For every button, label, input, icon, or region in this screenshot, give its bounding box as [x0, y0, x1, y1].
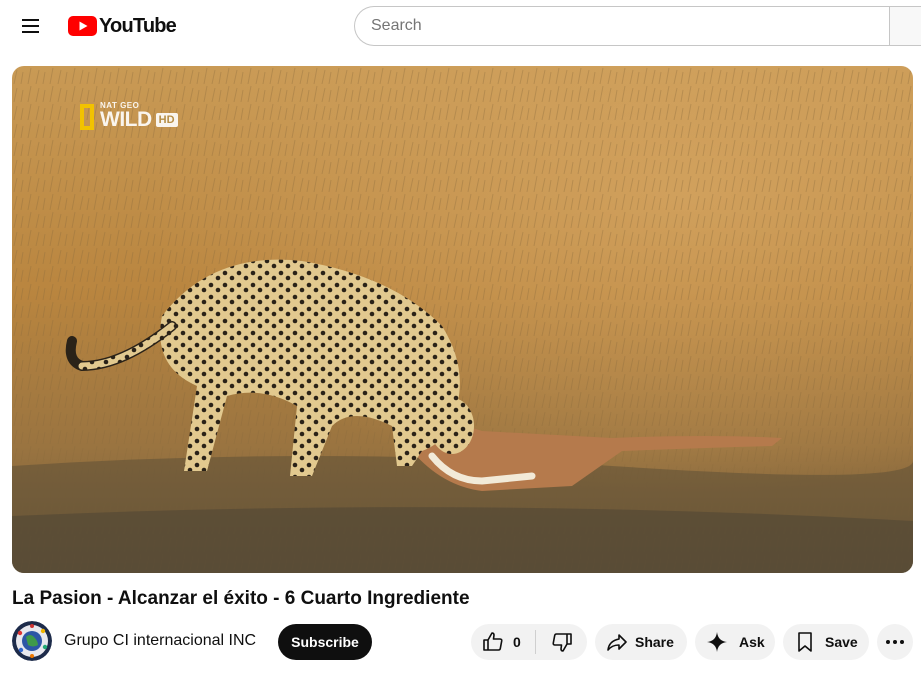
- channel-globe-icon: [12, 621, 52, 661]
- search-button[interactable]: [889, 6, 921, 46]
- youtube-play-logo-icon: [68, 16, 97, 36]
- like-dislike-group: 0: [471, 624, 587, 660]
- video-title: La Pasion - Alcanzar el éxito - 6 Cuarto…: [12, 588, 470, 609]
- thumbs-up-icon: [483, 632, 503, 651]
- share-button[interactable]: Share: [595, 624, 687, 660]
- like-count: 0: [513, 634, 521, 650]
- channel-name[interactable]: Grupo CI internacional INC: [64, 632, 256, 650]
- share-label: Share: [635, 634, 674, 650]
- video-frame-cheetah: [12, 66, 913, 573]
- watermark-hd-badge: HD: [155, 113, 178, 127]
- ask-label: Ask: [739, 634, 765, 650]
- more-actions-button[interactable]: [877, 624, 913, 660]
- youtube-logo[interactable]: YouTube: [68, 14, 177, 38]
- save-button[interactable]: Save: [783, 624, 869, 660]
- nat-geo-frame-icon: [80, 104, 94, 130]
- more-horizontal-icon: [886, 640, 904, 644]
- search-bar: [354, 6, 921, 46]
- ask-button[interactable]: Ask: [695, 624, 775, 660]
- video-player[interactable]: NAT GEO WILD HD: [12, 66, 913, 573]
- watermark-big-text: WILD: [100, 108, 152, 131]
- channel-avatar[interactable]: [12, 621, 52, 661]
- nat-geo-wild-watermark: NAT GEO WILD HD: [80, 102, 178, 130]
- like-button[interactable]: 0: [471, 624, 535, 660]
- save-label: Save: [825, 634, 858, 650]
- bookmark-icon: [798, 632, 812, 652]
- sparkle-icon: [707, 632, 727, 652]
- menu-button[interactable]: [20, 14, 44, 38]
- subscribe-button[interactable]: Subscribe: [278, 624, 372, 660]
- share-arrow-icon: [607, 634, 627, 651]
- thumbs-down-icon: [551, 633, 572, 652]
- dislike-button[interactable]: [536, 624, 587, 660]
- search-input[interactable]: [354, 6, 890, 46]
- logo-text: YouTube: [99, 14, 177, 37]
